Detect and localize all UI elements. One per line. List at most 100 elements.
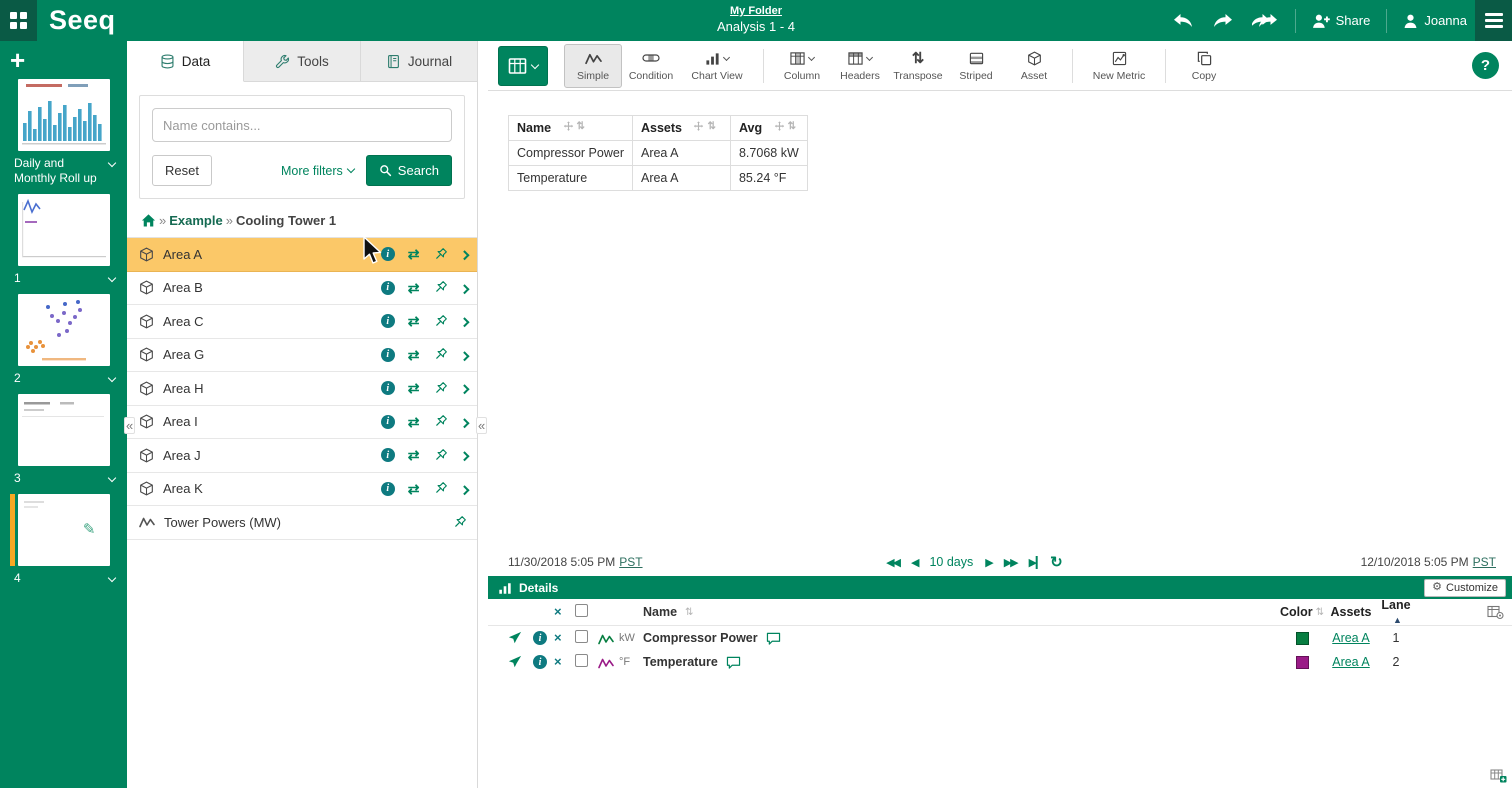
toolbar-transpose-button[interactable]: ⇅ Transpose xyxy=(889,44,947,88)
swap-icon[interactable]: ⇄ xyxy=(408,281,420,295)
asset-row-area-j[interactable]: Area J i ⇄ xyxy=(127,439,477,473)
pin-icon[interactable] xyxy=(433,347,448,362)
info-icon[interactable]: i xyxy=(533,655,547,669)
toolbar-condition-button[interactable]: Condition xyxy=(622,44,680,88)
worksheet-thumbnail[interactable] xyxy=(18,79,110,151)
apps-grid-icon[interactable] xyxy=(0,0,37,41)
more-filters-link[interactable]: More filters xyxy=(281,164,354,178)
user-menu[interactable]: Joanna xyxy=(1403,13,1467,28)
asset-row-area-g[interactable]: Area G i ⇄ xyxy=(127,339,477,373)
range-end[interactable]: 12/10/2018 5:05 PMPST xyxy=(1361,555,1496,569)
chevron-right-icon[interactable] xyxy=(461,347,468,362)
chevron-right-icon[interactable] xyxy=(461,280,468,295)
info-icon[interactable]: i xyxy=(381,314,395,328)
toolbar-asset-button[interactable]: Asset xyxy=(1005,44,1063,88)
move-icon[interactable] xyxy=(563,121,574,132)
chevron-right-icon[interactable] xyxy=(461,381,468,396)
details-row-compressor-power[interactable]: i × kW Compressor Power Area A 1 xyxy=(488,626,1512,650)
chevron-down-icon[interactable] xyxy=(108,574,116,582)
info-icon[interactable]: i xyxy=(381,448,395,462)
worksheet-label[interactable]: 3 xyxy=(0,466,127,494)
chevron-down-icon[interactable] xyxy=(108,274,116,282)
pin-icon[interactable] xyxy=(433,247,448,262)
table-view-dropdown[interactable] xyxy=(498,46,548,86)
asset-row-area-i[interactable]: Area I i ⇄ xyxy=(127,406,477,440)
sort-icon[interactable]: ⇅ xyxy=(707,121,715,132)
select-all-checkbox[interactable] xyxy=(575,604,588,617)
details-header-name[interactable]: Name ⇅ xyxy=(643,605,693,619)
chevron-right-icon[interactable] xyxy=(461,314,468,329)
swap-icon[interactable]: ⇄ xyxy=(408,381,420,395)
move-icon[interactable] xyxy=(693,121,704,132)
swap-icon[interactable]: ⇄ xyxy=(408,415,420,429)
info-icon[interactable]: i xyxy=(381,415,395,429)
reset-button[interactable]: Reset xyxy=(152,155,212,186)
remove-all-icon[interactable]: × xyxy=(554,604,562,619)
info-icon[interactable]: i xyxy=(381,348,395,362)
move-icon[interactable] xyxy=(774,121,785,132)
add-table-corner-icon[interactable] xyxy=(1490,769,1507,784)
simple-table-header-avg[interactable]: Avg ⇅ xyxy=(730,116,807,141)
toolbar-chart-view-button[interactable]: Chart View xyxy=(680,44,754,88)
step-back-icon[interactable]: ◀ xyxy=(911,556,917,569)
pin-icon[interactable] xyxy=(433,381,448,396)
toolbar-new-metric-button[interactable]: New Metric xyxy=(1082,44,1156,88)
worksheet-thumbnail[interactable]: ✎ xyxy=(18,494,110,566)
worksheet-label[interactable]: Daily and Monthly Roll up xyxy=(0,151,127,194)
chevron-down-icon[interactable] xyxy=(108,374,116,382)
chevron-right-icon[interactable] xyxy=(461,448,468,463)
search-button[interactable]: Search xyxy=(366,155,452,186)
row-checkbox[interactable] xyxy=(575,654,588,667)
sort-icon[interactable]: ⇅ xyxy=(577,121,585,132)
remove-icon[interactable]: × xyxy=(554,630,562,645)
asset-row-area-c[interactable]: Area C i ⇄ xyxy=(127,305,477,339)
worksheet-thumbnail[interactable] xyxy=(18,194,110,266)
worksheet-title[interactable]: Analysis 1 - 4 xyxy=(717,19,795,34)
swap-icon[interactable]: ⇄ xyxy=(408,448,420,462)
asset-link[interactable]: Area A xyxy=(1332,631,1370,645)
swap-icon[interactable]: ⇄ xyxy=(408,247,420,261)
refresh-icon[interactable]: ↻ xyxy=(1050,553,1063,571)
toolbar-column-button[interactable]: Column xyxy=(773,44,831,88)
pin-icon[interactable] xyxy=(452,515,467,530)
collapse-data-panel-handle[interactable]: « xyxy=(476,417,487,434)
step-back-fast-icon[interactable]: ◀◀ xyxy=(886,556,899,569)
color-swatch[interactable] xyxy=(1296,632,1309,645)
breadcrumb-example[interactable]: Example xyxy=(169,213,222,228)
chevron-down-icon[interactable] xyxy=(108,159,116,167)
worksheet-label[interactable]: 4 xyxy=(0,566,127,594)
home-icon[interactable] xyxy=(141,213,156,228)
sort-icon[interactable]: ⇅ xyxy=(788,121,796,132)
details-header-color[interactable]: Color ⇅ xyxy=(1276,605,1328,619)
chevron-right-icon[interactable] xyxy=(461,414,468,429)
simple-table-header-assets[interactable]: Assets ⇅ xyxy=(632,116,730,141)
collapse-sidebar-handle[interactable]: « xyxy=(124,417,135,434)
share-button[interactable]: Share xyxy=(1312,13,1371,28)
comment-icon[interactable] xyxy=(766,632,781,645)
column-settings-icon[interactable] xyxy=(1487,604,1504,620)
pin-icon[interactable] xyxy=(433,280,448,295)
table-row[interactable]: Temperature Area A 85.24 °F xyxy=(509,166,808,191)
details-row-temperature[interactable]: i × °F Temperature Area A 2 xyxy=(488,650,1512,674)
step-to-now-icon[interactable]: ▶ xyxy=(1029,556,1038,569)
chevron-right-icon[interactable] xyxy=(461,247,468,262)
simple-table-header-name[interactable]: Name ⇅ xyxy=(509,116,633,141)
navigate-icon[interactable] xyxy=(508,655,522,669)
worksheet-thumbnail[interactable] xyxy=(18,394,110,466)
signal-row-tower-powers[interactable]: Tower Powers (MW) xyxy=(127,506,477,540)
color-swatch[interactable] xyxy=(1296,656,1309,669)
swap-icon[interactable]: ⇄ xyxy=(408,314,420,328)
toolbar-copy-button[interactable]: Copy xyxy=(1175,44,1233,88)
range-start[interactable]: 11/30/2018 5:05 PMPST xyxy=(508,555,643,569)
swap-icon[interactable]: ⇄ xyxy=(408,348,420,362)
tab-journal[interactable]: Journal xyxy=(361,41,477,82)
add-worksheet-button[interactable]: + xyxy=(0,41,127,79)
help-button[interactable]: ? xyxy=(1472,52,1499,79)
asset-row-area-k[interactable]: Area K i ⇄ xyxy=(127,473,477,507)
redo-icon[interactable] xyxy=(1212,13,1234,29)
details-header-assets[interactable]: Assets xyxy=(1328,605,1374,619)
asset-row-area-b[interactable]: Area B i ⇄ xyxy=(127,272,477,306)
toolbar-headers-button[interactable]: Headers xyxy=(831,44,889,88)
duration-link[interactable]: 10 days xyxy=(929,555,973,569)
toolbar-simple-button[interactable]: Simple xyxy=(564,44,622,88)
